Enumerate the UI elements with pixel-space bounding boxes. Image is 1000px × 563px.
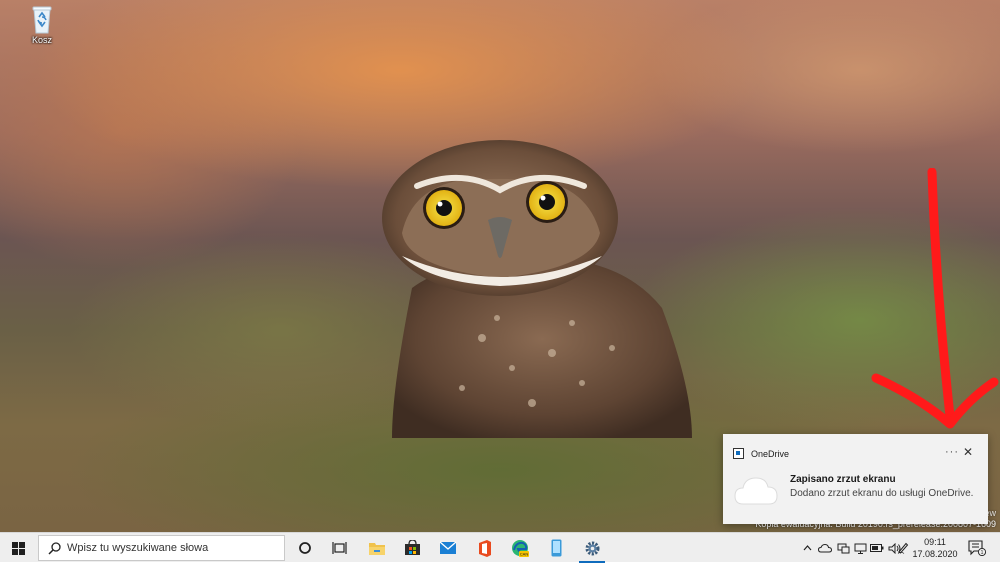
desktop[interactable]: Kosz ew Kopia ewaluacyjna. Build 20190.r… — [0, 0, 1000, 532]
store-bag-icon — [404, 540, 420, 555]
onedrive-cloud-icon — [818, 543, 832, 552]
office-icon — [478, 539, 491, 557]
tray-pen-button[interactable] — [896, 533, 910, 563]
tray-battery-button[interactable] — [869, 533, 885, 563]
show-hidden-icons-button[interactable] — [800, 533, 814, 563]
desktop-icon-label: Kosz — [31, 35, 52, 45]
windows-logo-icon — [11, 541, 25, 555]
onedrive-app-icon — [733, 448, 744, 459]
mail-icon — [439, 541, 457, 554]
onedrive-toast-notification[interactable]: OneDrive ··· ✕ Zapisano zrzut ekranu Dod… — [723, 434, 988, 524]
edge-canary-icon: CAN — [512, 540, 529, 557]
clock-date: 17.08.2020 — [912, 549, 958, 559]
desktop-icon-recycle-bin[interactable]: Kosz — [22, 4, 62, 45]
chevron-up-icon — [803, 545, 811, 551]
file-explorer-button[interactable] — [362, 533, 392, 563]
toast-body: Dodano zrzut ekranu do usługi OneDrive. — [790, 488, 974, 499]
folder-icon — [369, 542, 385, 555]
phone-icon — [551, 539, 561, 557]
phone-button[interactable] — [541, 533, 571, 563]
cortana-circle-icon — [299, 542, 311, 554]
office-button[interactable] — [469, 533, 499, 563]
tray-onedrive-button[interactable] — [816, 533, 834, 563]
toast-more-options-button[interactable]: ··· — [945, 446, 959, 458]
notification-count-badge: 1 — [981, 550, 984, 556]
search-placeholder-text: Wpisz tu wyszukiwane słowa — [67, 542, 209, 554]
battery-icon — [870, 544, 884, 552]
gear-icon — [585, 541, 599, 555]
settings-button[interactable] — [577, 533, 607, 563]
owl-wallpaper-image — [382, 140, 692, 438]
toast-app-name: OneDrive — [751, 448, 790, 459]
notification-center-icon: 1 — [968, 540, 986, 556]
toast-title: Zapisano zrzut ekranu — [790, 474, 896, 485]
edge-canary-button[interactable]: CAN — [505, 533, 535, 563]
tray-display-button[interactable] — [852, 533, 868, 563]
display-icon — [854, 543, 866, 554]
tray-network-button[interactable] — [835, 533, 851, 563]
network-icon — [837, 543, 849, 553]
cloud-icon — [734, 477, 778, 505]
red-arrow-annotation — [871, 168, 999, 429]
clock-time: 09:11 — [924, 537, 946, 547]
search-icon — [44, 541, 64, 555]
edge-canary-badge: CAN — [520, 552, 529, 557]
recycle-bin-icon — [32, 6, 52, 34]
mail-button[interactable] — [433, 533, 463, 563]
pen-icon — [897, 542, 909, 554]
task-view-icon — [332, 542, 347, 554]
taskbar-search-box[interactable]: Wpisz tu wyszukiwane słowa — [38, 535, 285, 561]
task-view-button[interactable] — [325, 533, 355, 563]
action-center-button[interactable]: 1 — [962, 533, 992, 563]
taskbar: Wpisz tu wyszukiwane słowa CAN 09:11 17.… — [0, 532, 1000, 563]
toast-close-button[interactable]: ✕ — [963, 446, 973, 458]
microsoft-store-button[interactable] — [397, 533, 427, 563]
toast-header: OneDrive — [733, 448, 789, 459]
taskbar-clock[interactable]: 09:11 17.08.2020 — [910, 536, 960, 560]
cortana-button[interactable] — [290, 533, 320, 563]
start-button[interactable] — [0, 533, 36, 563]
